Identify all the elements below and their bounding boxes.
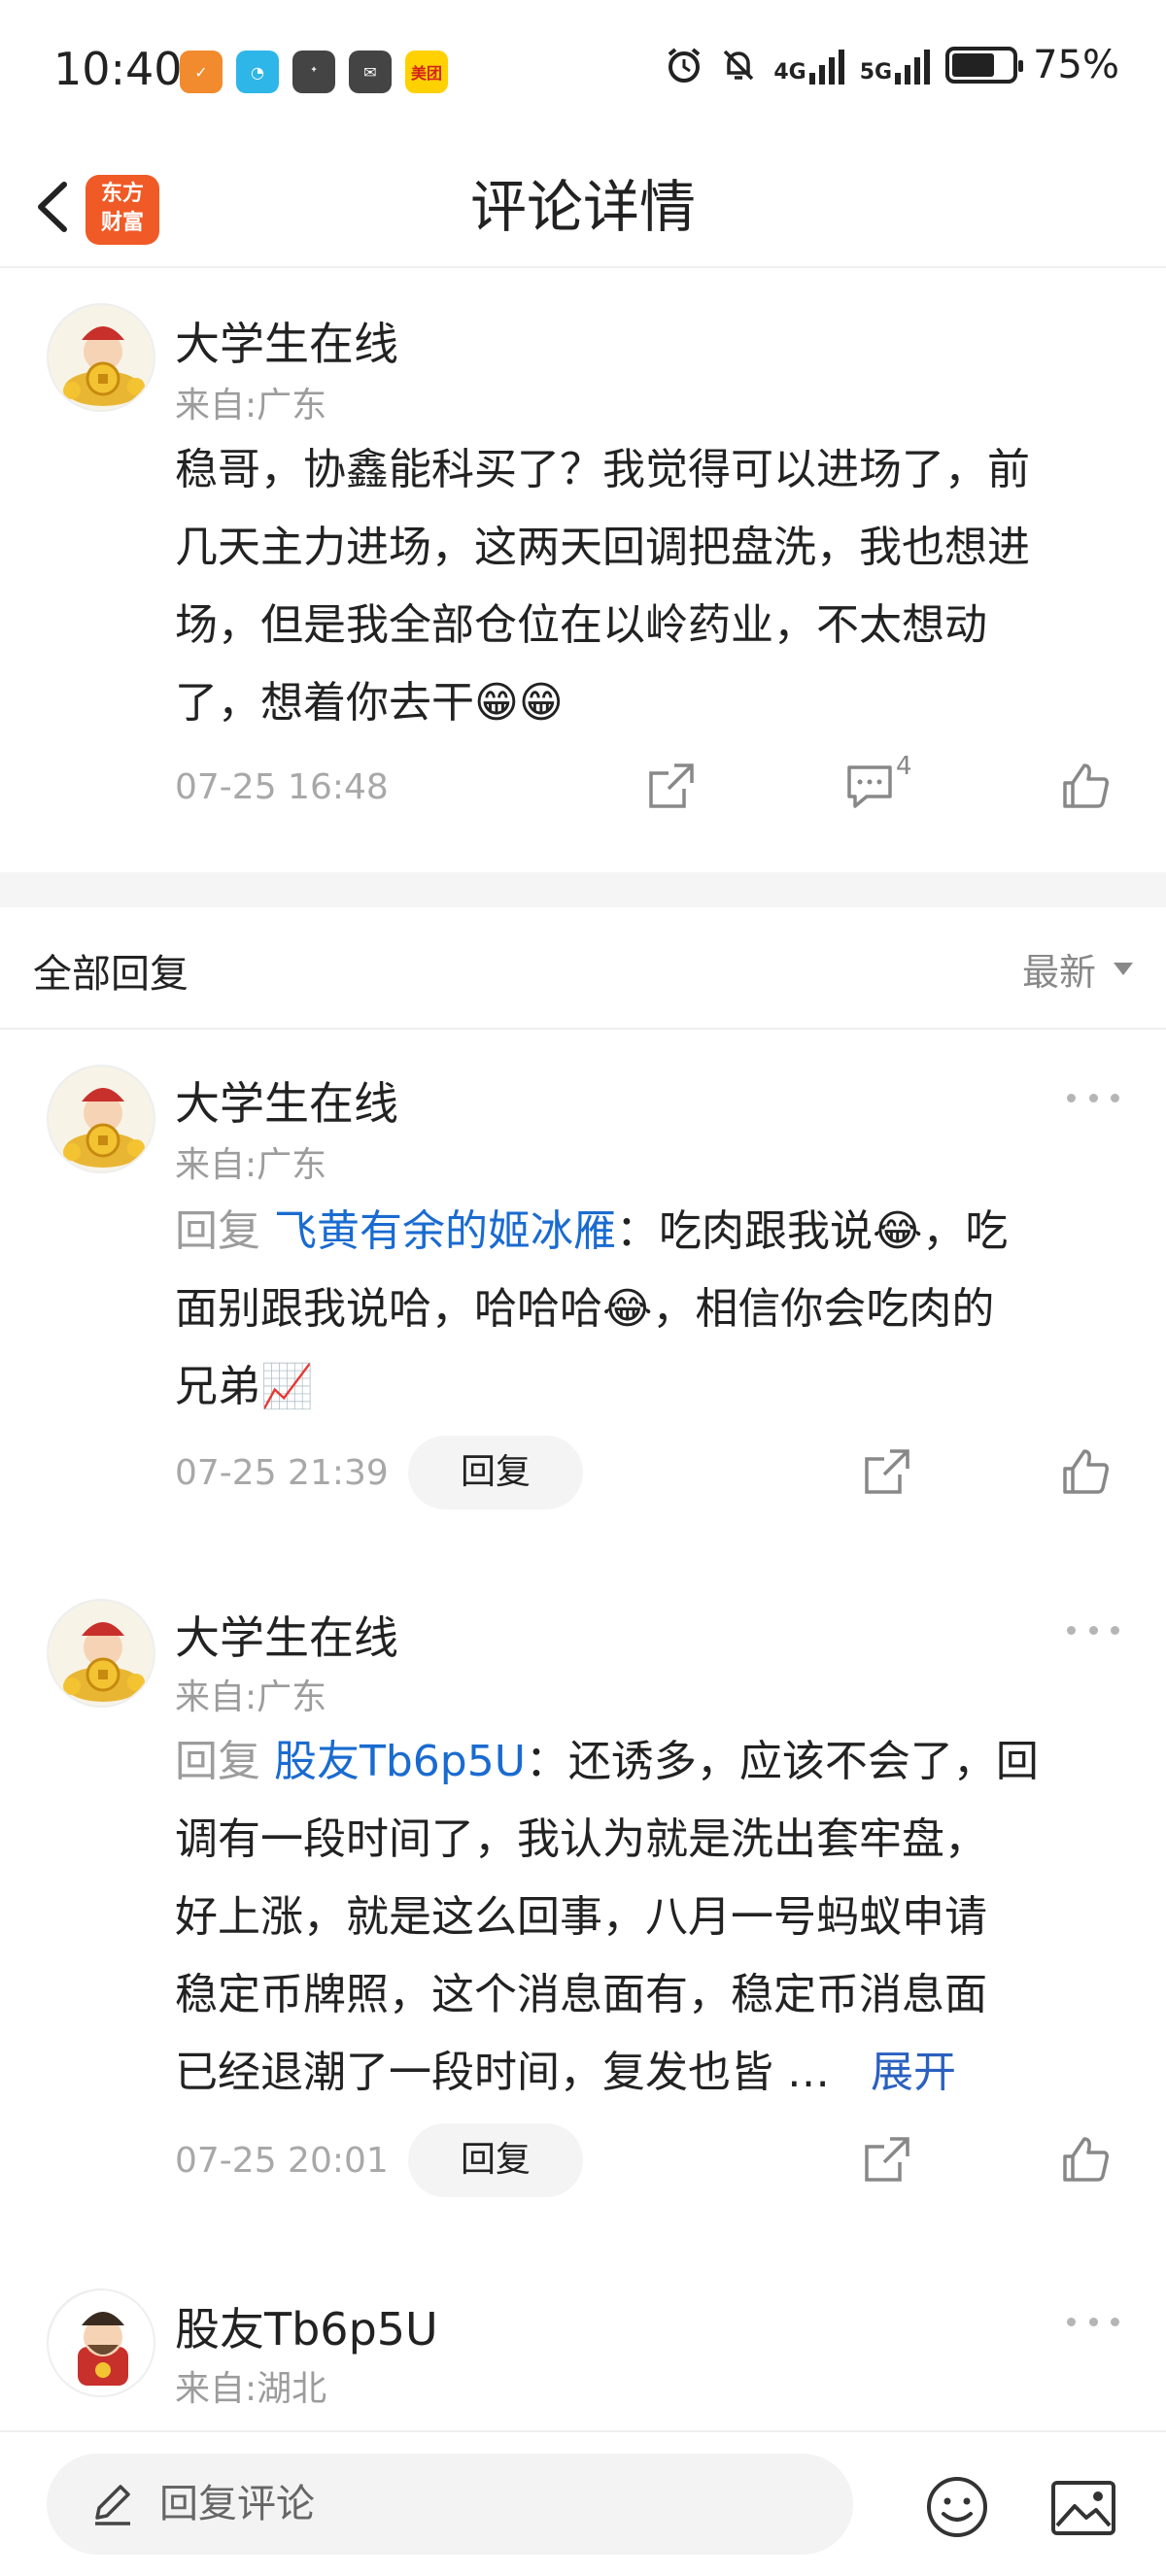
- avatar[interactable]: [47, 1065, 155, 1173]
- fortune-god-avatar-icon: [49, 1067, 154, 1171]
- avatar[interactable]: [47, 1599, 155, 1708]
- reply-button[interactable]: 回复: [408, 1436, 583, 1509]
- reply-time: 07-25 20:01: [175, 2141, 389, 2181]
- sort-dropdown[interactable]: 最新: [1022, 942, 1133, 996]
- reply-body: 回复 股友Tb6p5U：还诱多，应该不会了，回 调有一段时间了，我认为就是洗出套…: [175, 1723, 1122, 2112]
- comment-icon[interactable]: [843, 760, 896, 812]
- like-icon[interactable]: [1059, 2133, 1112, 2186]
- avatar[interactable]: [47, 303, 155, 412]
- post-line: 稳哥，协鑫能科买了？我觉得可以进场了，前: [175, 445, 1030, 494]
- post-username[interactable]: 大学生在线: [175, 309, 398, 373]
- reply-line: 面别跟我说哈，哈哈哈😂，相信你会吃肉的: [175, 1284, 995, 1334]
- net-4g-label: 4G: [773, 60, 806, 85]
- wechat-app-icon: ✉: [349, 51, 392, 93]
- reply-region: 来自:广东: [175, 1145, 327, 1185]
- share-icon[interactable]: [861, 2133, 913, 2186]
- post-region: 来自:广东: [175, 386, 327, 425]
- feather-app-icon: ᐩ: [292, 51, 335, 93]
- reply-username[interactable]: 股友Tb6p5U: [175, 2294, 438, 2358]
- more-options-icon[interactable]: [1067, 1620, 1119, 1640]
- reply-line: 好上涨，就是这么回事，八月一号蚂蚁申请: [175, 1892, 987, 1942]
- mentioned-user-link[interactable]: 股友Tb6p5U: [274, 1737, 526, 1786]
- post-time: 07-25 16:48: [175, 767, 389, 807]
- fortune-god-avatar-icon: [49, 2290, 154, 2395]
- share-icon[interactable]: [861, 1445, 913, 1498]
- emoji-icon[interactable]: [925, 2475, 989, 2539]
- reply-comment-placeholder: 回复评论: [159, 2482, 315, 2526]
- reply-region: 来自:广东: [175, 1678, 327, 1717]
- reply-prefix: 回复: [175, 1206, 260, 1256]
- browser-app-icon: ◔: [236, 51, 279, 93]
- like-icon[interactable]: [1059, 1445, 1112, 1498]
- title-bar: 东方 财富 评论详情: [0, 146, 1166, 268]
- section-divider: [0, 872, 1166, 907]
- reply-username[interactable]: 大学生在线: [175, 1603, 398, 1667]
- status-app-icons: ✓ ◔ ᐩ ✉ 美团: [180, 51, 448, 93]
- reply-prefix: 回复: [175, 1737, 260, 1786]
- reply-line: 已经退潮了一段时间，复发也皆 … 展开: [175, 2034, 1122, 2112]
- pencil-icon: [95, 2485, 130, 2525]
- reply-comment-input[interactable]: 回复评论: [47, 2454, 853, 2555]
- reply-body: 回复 飞黄有余的姬冰雁：吃肉跟我说😂，吃 面别跟我说哈，哈哈哈😂，相信你会吃肉的…: [175, 1193, 1122, 1426]
- share-icon[interactable]: [645, 760, 698, 812]
- reply-line: 稳定币牌照，这个消息面有，稳定币消息面: [175, 1970, 987, 2019]
- reply-text: ：吃肉跟我说😂，吃: [616, 1206, 1009, 1256]
- reply-username[interactable]: 大学生在线: [175, 1068, 398, 1133]
- reply-line: 回复 股友Tb6p5U：还诱多，应该不会了，回: [175, 1723, 1122, 1801]
- meituan-app-icon: 美团: [405, 51, 448, 93]
- sort-label: 最新: [1021, 951, 1096, 994]
- mentioned-user-link[interactable]: 飞黄有余的姬冰雁: [274, 1206, 616, 1256]
- post-body: 稳哥，协鑫能科买了？我觉得可以进场了，前 几天主力进场，这两天回调把盘洗，我也想…: [175, 431, 1122, 742]
- fortune-god-avatar-icon: [49, 305, 154, 410]
- post-line: 几天主力进场，这两天回调把盘洗，我也想进: [175, 523, 1030, 572]
- like-icon[interactable]: [1059, 760, 1112, 812]
- signal-5g: 5G: [859, 46, 931, 85]
- reply-line: 调有一段时间了，我认为就是洗出套牢盘，: [175, 1814, 987, 1864]
- shield-app-icon: ✓: [180, 51, 223, 93]
- net-5g-label: 5G: [859, 60, 893, 85]
- reply-line: 回复 飞黄有余的姬冰雁：吃肉跟我说😂，吃: [175, 1193, 1122, 1271]
- dropdown-triangle-icon: [1114, 963, 1133, 975]
- status-time: 10:40: [53, 43, 183, 95]
- reply-button[interactable]: 回复: [408, 2123, 583, 2197]
- image-icon[interactable]: [1049, 2479, 1117, 2537]
- battery-icon: [945, 47, 1024, 84]
- comment-count: 4: [896, 752, 912, 781]
- replies-header: 全部回复 最新: [0, 907, 1166, 1030]
- status-bar: 10:40 ✓ ◔ ᐩ ✉ 美团 4G 5G 75%: [0, 0, 1166, 146]
- reply-region: 来自:湖北: [175, 2369, 327, 2409]
- page-title: 评论详情: [469, 174, 696, 240]
- bottom-bar: 回复评论: [0, 2430, 1166, 2576]
- all-replies-label: 全部回复: [33, 952, 189, 997]
- more-options-icon[interactable]: [1067, 2312, 1119, 2331]
- post-line: 了，想着你去干😁😁: [175, 678, 564, 728]
- expand-link[interactable]: 展开: [871, 2048, 956, 2097]
- battery-percent: 75%: [1033, 43, 1119, 87]
- reply-time: 07-25 21:39: [175, 1453, 389, 1493]
- status-right: 4G 5G 75%: [665, 43, 1119, 87]
- post-line: 场，但是我全部仓位在以岭药业，不太想动: [175, 600, 987, 650]
- more-options-icon[interactable]: [1067, 1088, 1119, 1107]
- signal-4g: 4G: [773, 46, 844, 85]
- avatar[interactable]: [47, 2288, 155, 2397]
- mute-bell-icon: [724, 50, 754, 81]
- reply-text: ：还诱多，应该不会了，回: [525, 1737, 1039, 1786]
- reply-line: 兄弟📈: [175, 1362, 314, 1411]
- reply-text: 已经退潮了一段时间，复发也皆 …: [175, 2048, 830, 2097]
- fortune-god-avatar-icon: [49, 1601, 154, 1706]
- alarm-icon: [669, 48, 701, 83]
